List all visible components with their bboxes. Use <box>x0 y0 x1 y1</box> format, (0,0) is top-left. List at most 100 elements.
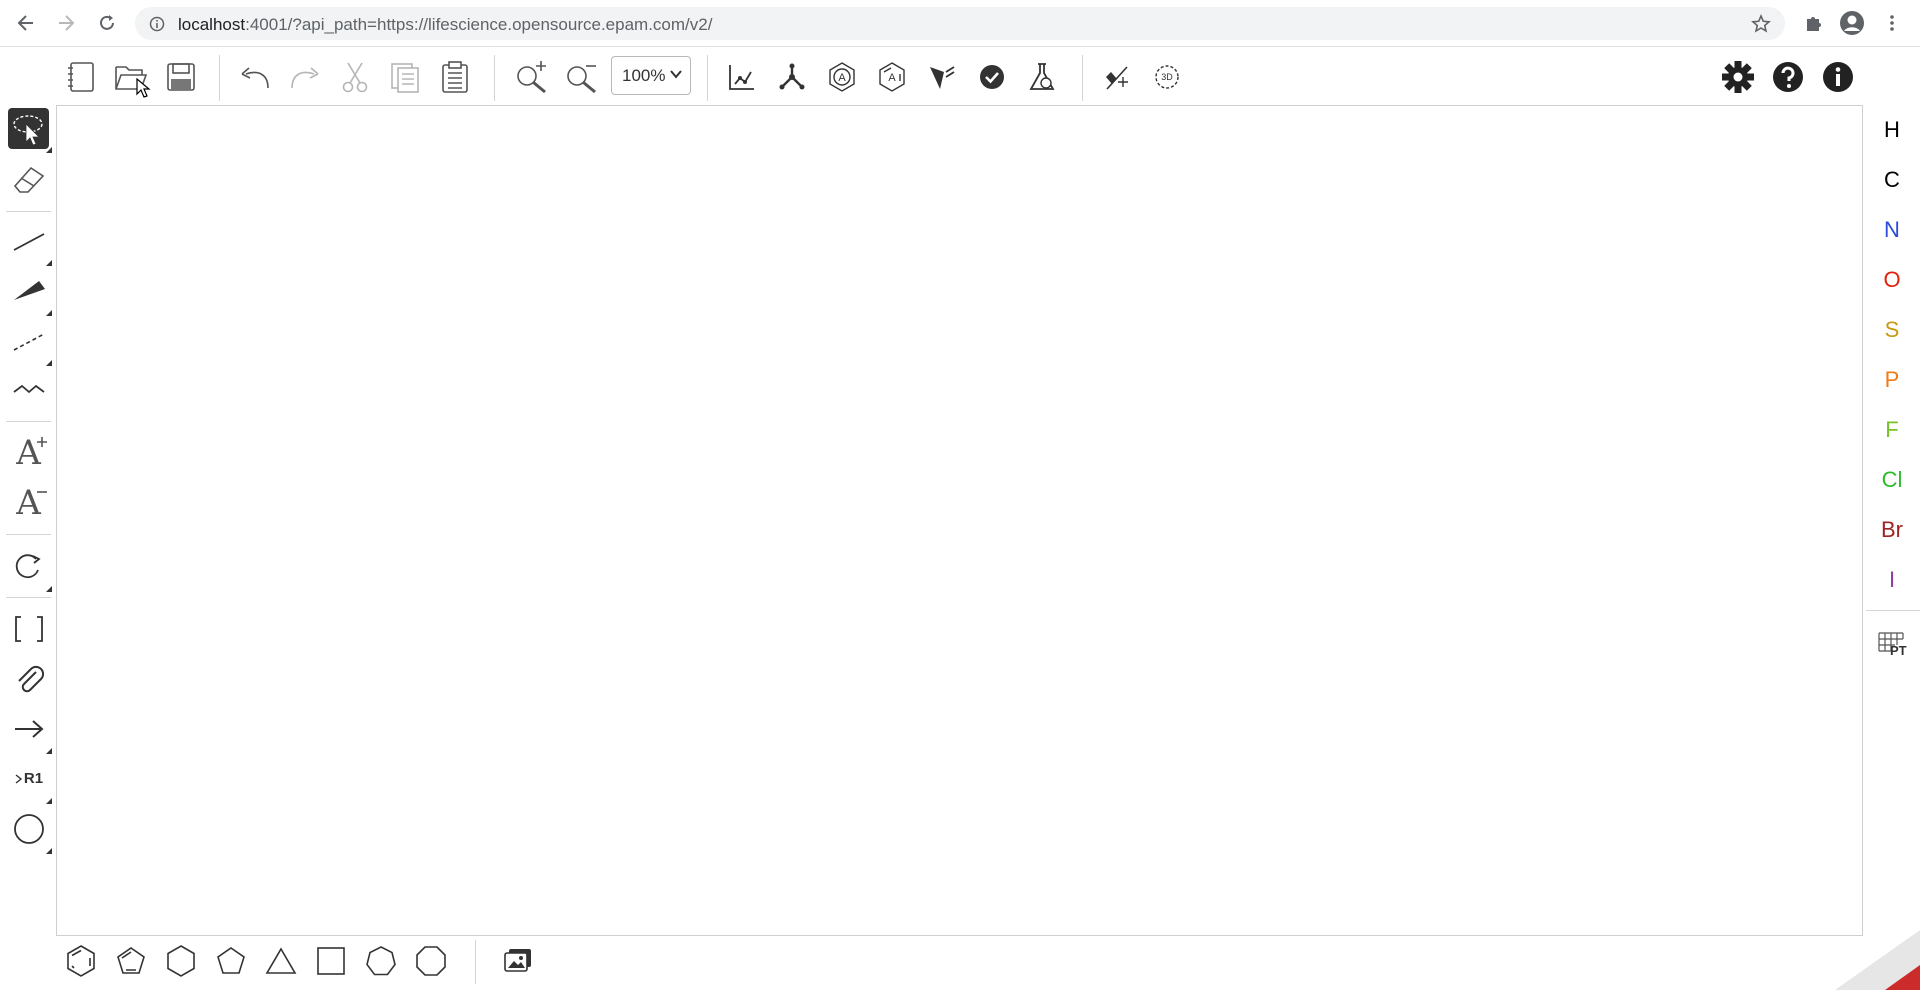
chain-tool[interactable] <box>8 370 49 411</box>
tool-submenu-indicator <box>46 848 52 854</box>
chevron-down-icon <box>670 70 682 79</box>
kebab-menu-icon <box>1890 15 1894 31</box>
zoom-out-button[interactable] <box>562 58 600 96</box>
template-benzene[interactable] <box>62 942 100 980</box>
element-button[interactable]: I <box>1866 558 1918 602</box>
browser-menu-button[interactable] <box>1878 11 1906 35</box>
zoom-in-button[interactable] <box>512 58 550 96</box>
element-button[interactable]: N <box>1866 208 1918 252</box>
about-button[interactable] <box>1819 58 1857 96</box>
address-bar[interactable]: localhost:4001/?api_path=https://lifesci… <box>135 7 1785 40</box>
zoom-in-icon <box>517 61 546 94</box>
clean-up-button[interactable] <box>773 58 811 96</box>
calculated-values-button[interactable] <box>1023 58 1061 96</box>
rotate-tool[interactable] <box>8 546 49 587</box>
toolbar-divider <box>219 55 220 101</box>
flask-icon <box>1029 63 1055 90</box>
plus-icon <box>37 437 47 447</box>
calculate-cip-button[interactable] <box>923 58 961 96</box>
element-button[interactable]: C <box>1866 158 1918 202</box>
arrow-right-icon <box>14 719 44 738</box>
tool-submenu-indicator <box>46 147 52 153</box>
extensions-button[interactable] <box>1800 11 1828 35</box>
template-library-button[interactable] <box>499 942 537 980</box>
tool-submenu-indicator <box>46 310 52 316</box>
template-cycloheptane[interactable] <box>362 942 400 980</box>
element-button[interactable]: F <box>1866 408 1918 452</box>
page-curl-decoration <box>1835 930 1920 990</box>
help-button[interactable] <box>1769 58 1807 96</box>
wedge-bond-tool[interactable] <box>8 270 49 311</box>
layout-button[interactable] <box>723 58 761 96</box>
cut-button[interactable] <box>336 58 374 96</box>
sgroup-tool[interactable] <box>8 608 49 649</box>
attachment-tool[interactable] <box>8 658 49 699</box>
element-button[interactable]: Br <box>1866 508 1918 552</box>
charge-plus-tool[interactable]: A <box>8 432 49 473</box>
template-cyclopentane[interactable] <box>212 942 250 980</box>
profile-button[interactable] <box>1838 11 1866 35</box>
reload-button[interactable] <box>93 11 121 35</box>
toolbar-divider <box>1866 610 1920 611</box>
select-lasso-tool[interactable] <box>8 108 49 149</box>
shape-tool[interactable] <box>8 808 49 849</box>
toolbar-divider <box>475 940 476 984</box>
forward-button[interactable] <box>52 11 80 35</box>
toolbar-divider <box>6 211 51 212</box>
redo-button[interactable] <box>286 58 324 96</box>
explicit-hydrogens-button[interactable] <box>1098 58 1136 96</box>
template-cyclohexane[interactable] <box>162 942 200 980</box>
images-icon <box>504 949 531 972</box>
zoom-select[interactable]: 100% <box>611 56 691 95</box>
check-structure-button[interactable] <box>973 58 1011 96</box>
paste-button[interactable] <box>436 58 474 96</box>
clipboard-icon <box>442 61 468 93</box>
element-button[interactable]: Cl <box>1866 458 1918 502</box>
new-document-button[interactable] <box>62 58 100 96</box>
reaction-arrow-tool[interactable] <box>8 708 49 749</box>
template-cyclooctane[interactable] <box>412 942 450 980</box>
svg-text:3D: 3D <box>1161 72 1173 82</box>
layout-icon <box>729 65 754 90</box>
bookmark-star-icon[interactable] <box>1751 14 1771 34</box>
hexagon-icon <box>167 945 195 977</box>
erase-tool[interactable] <box>8 158 49 199</box>
minus-icon <box>37 491 47 493</box>
template-cyclobutane[interactable] <box>312 942 350 980</box>
rgroup-tool[interactable]: R1 <box>8 758 49 799</box>
puzzle-icon <box>1807 17 1821 31</box>
stereo-icon <box>930 66 955 89</box>
settings-button[interactable] <box>1719 58 1757 96</box>
toolbar-divider <box>6 421 51 422</box>
eraser-icon <box>13 166 44 193</box>
back-button[interactable] <box>12 11 40 35</box>
element-button[interactable]: P <box>1866 358 1918 402</box>
element-button[interactable]: S <box>1866 308 1918 352</box>
gear-icon <box>1722 61 1754 93</box>
aromatize-button[interactable]: A <box>823 58 861 96</box>
copy-icon <box>391 63 419 93</box>
copy-button[interactable] <box>386 58 424 96</box>
rgroup-label: R1 <box>23 770 44 787</box>
3d-viewer-button[interactable]: 3D <box>1148 58 1186 96</box>
charge-minus-tool[interactable]: A <box>8 482 49 523</box>
reload-icon <box>100 15 114 30</box>
save-button[interactable] <box>162 58 200 96</box>
dashed-bond-icon <box>13 332 44 351</box>
single-bond-tool[interactable] <box>8 220 49 261</box>
arrow-right-icon <box>59 15 75 31</box>
undo-button[interactable] <box>236 58 274 96</box>
any-bond-tool[interactable] <box>8 320 49 361</box>
mouse-cursor-icon <box>136 78 151 98</box>
toolbar-divider <box>707 55 708 101</box>
dearomatize-button[interactable]: A <box>873 58 911 96</box>
drawing-canvas[interactable] <box>56 105 1863 936</box>
tool-submenu-indicator <box>46 798 52 804</box>
chain-icon <box>12 384 45 393</box>
tool-submenu-indicator <box>46 360 52 366</box>
element-button[interactable]: O <box>1866 258 1918 302</box>
template-cyclopentadiene[interactable] <box>112 942 150 980</box>
element-button[interactable]: H <box>1866 108 1918 152</box>
template-cyclopropane[interactable] <box>262 942 300 980</box>
toolbar-divider <box>1082 55 1083 101</box>
